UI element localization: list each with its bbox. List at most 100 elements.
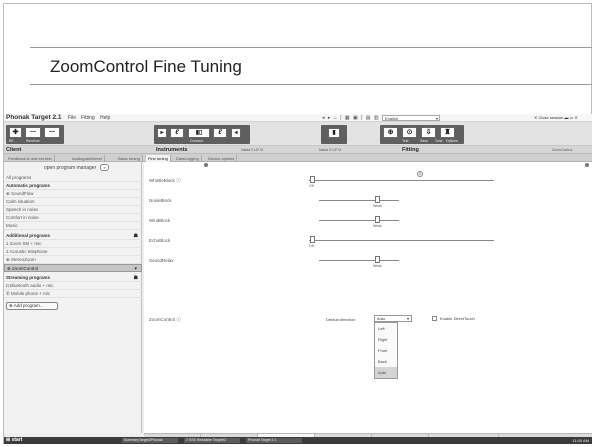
default-direction-label: Default direction: (326, 317, 357, 322)
client-section-title[interactable]: Client (6, 147, 21, 153)
sidebar-item-label: Acoustic telephone (9, 249, 48, 254)
sidebar-heading-streaming-programs: Streaming programs ☗ (4, 274, 142, 282)
sidebar-item-label: Calm situation (6, 199, 35, 204)
arrow-right-icon: ◂ (231, 128, 241, 138)
sidebar-item-calm-situation[interactable]: Calm situation (4, 198, 142, 206)
instrument-right-name: Naida S UP IX (319, 148, 342, 152)
right-ear-indicator-icon (585, 163, 589, 167)
test-icon: ⊙ (402, 127, 417, 138)
sidebar-item-acoustic-telephone[interactable]: 2 Acoustic telephone (4, 248, 142, 256)
whistleblock-label: WhistleBlock ⓘ (149, 178, 181, 183)
open-program-manager-link[interactable]: open program manager (44, 165, 96, 171)
windblock-slider-track (319, 220, 399, 221)
tab-datalogging[interactable]: DataLogging (174, 155, 202, 162)
soundrelax-value: Weak (373, 264, 382, 268)
slide-divider-bottom (30, 84, 592, 85)
sidebar-item-soundflow[interactable]: ⊕ SoundFlow (4, 190, 142, 198)
section-header-bar: Client Instruments Naida S UP IX Naida S… (4, 146, 592, 154)
sidebar-heading-additional-programs: Additional programs ☗ (4, 232, 142, 240)
enable-directtouch-label: Enable DirectTouch (440, 316, 475, 321)
direction-option-front[interactable]: Front (375, 345, 397, 356)
taskbar-item-sse[interactable]: 2 SSE Readable TargetIO (184, 438, 240, 443)
connect-label: Connect (190, 139, 204, 143)
instruments-section-title[interactable]: Instruments (156, 147, 187, 153)
close-session-button[interactable]: ✕ Close session ▬ ▭ ✕ (534, 115, 578, 120)
right-ear-icon: ℓ (213, 128, 227, 138)
sidebar-item-label: All programs (6, 175, 32, 180)
menu-file[interactable]: File (68, 115, 76, 121)
start-label: start (11, 437, 23, 443)
app-window: Phonak Target 2.1 File Fitting Help ◂ ▸ … (4, 114, 592, 443)
soundrelax-label: SoundRelax (149, 258, 174, 263)
sidebar-item-zoom-sm-mic[interactable]: 1 Zoom SM + mic (4, 240, 142, 248)
open-program-manager-button[interactable]: » (100, 164, 109, 171)
taskbar: ⊞ start SummaryTarget2Phonak 2 SSE Reada… (4, 437, 592, 444)
add-program-label: Add program... (13, 303, 44, 308)
menu-fitting[interactable]: Fitting (81, 115, 95, 121)
tools-panel[interactable]: ⊕ ⊙ ⇩ ♜ Test Save Tone Options (380, 125, 464, 144)
tab-basic-tuning[interactable]: Basic tuning (116, 155, 143, 162)
sidebar-item-label: Automatic programs (6, 183, 51, 188)
hearing-aid-icon: ☗ (133, 233, 138, 239)
slide-divider-top (30, 47, 592, 48)
echoblock-slider-thumb[interactable] (310, 236, 315, 243)
plus-icon: ⊕ (9, 303, 13, 308)
device-icon: ▮▯ (188, 128, 210, 138)
options-label: Options (446, 139, 459, 143)
remote-panel[interactable]: ▮ (321, 125, 347, 144)
start-button[interactable]: ⊞ start (6, 437, 22, 444)
sidebar-item-label: ZoomControl (12, 266, 39, 271)
windblock-slider-thumb[interactable] (375, 216, 380, 223)
sidebar-item-label: Streaming programs (6, 275, 51, 280)
sidebar-item-all-programs[interactable]: All programs (4, 174, 142, 182)
direction-option-back[interactable]: Back (375, 356, 397, 367)
fitting-section-title[interactable]: Fitting (402, 147, 419, 153)
title-bar: Phonak Target 2.1 File Fitting Help ◂ ▸ … (4, 114, 592, 122)
noiseblock-slider-thumb[interactable] (375, 196, 380, 203)
direction-option-right[interactable]: Right (375, 334, 397, 345)
enable-directtouch-checkbox[interactable] (432, 316, 437, 321)
echoblock-value: Off (309, 244, 314, 248)
sidebar-item-comfort-in-noise[interactable]: Comfort in noise (4, 214, 142, 222)
sidebar-item-label: StereoZoom (11, 257, 36, 262)
system-clock: 11:00 AM (572, 438, 589, 443)
sidebar-item-label: Mobile phone + mic (11, 291, 51, 296)
add-program-button[interactable]: ⊕ Add program... (6, 302, 58, 310)
menu-help[interactable]: Help (100, 115, 110, 121)
tab-device-options[interactable]: Device options (206, 155, 238, 162)
info-icon: ⓘ (176, 178, 181, 183)
tab-feedback-real-ear-test[interactable]: Feedback & real ear test (6, 155, 55, 162)
direction-option-left[interactable]: Left (375, 323, 397, 334)
language-select[interactable]: English ▾ (382, 115, 440, 121)
zoomcontrol-settings: Default direction: Auto ▾ Left Right Fro… (144, 308, 592, 388)
slide-title: ZoomControl Fine Tuning (50, 57, 242, 76)
sidebar-item-mobile-phone-mic[interactable]: ✆ Mobile phone + mic (4, 290, 142, 298)
default-direction-menu: Left Right Front Back Auto (374, 322, 398, 379)
tab-fine-tuning[interactable]: Fine tuning (146, 155, 171, 162)
direction-option-auto[interactable]: Auto (375, 367, 397, 378)
connect-panel[interactable]: ▸ ℓ ▮▯ ℓ ◂ Connect (154, 125, 250, 144)
sidebar-item-music[interactable]: Music (4, 222, 142, 230)
soundrelax-slider-thumb[interactable] (375, 256, 380, 263)
sidebar-item-label: Speech in noise (6, 207, 39, 212)
arrow-left-icon: ▸ (157, 128, 167, 138)
sidebar-item-speech-in-noise[interactable]: Speech in noise (4, 206, 142, 214)
sidebar-item-label: Music (6, 223, 18, 228)
taskbar-item-summary[interactable]: SummaryTarget2Phonak (122, 438, 178, 443)
hearing-aid-panel[interactable]: ✚ — — BE Receiver (6, 125, 64, 144)
sidebar-item-bluetooth-audio-mic[interactable]: ◘ Bluetooth audio + mic (4, 282, 142, 290)
options-icon: ♜ (440, 127, 455, 138)
default-direction-select[interactable]: Auto ▾ (374, 315, 412, 322)
left-ear-indicator-icon (204, 163, 208, 167)
whistleblock-slider-thumb[interactable] (310, 176, 315, 183)
taskbar-item-phonak-target[interactable]: Phonak Target 2.1 (246, 438, 302, 443)
sidebar-item-zoomcontrol[interactable]: ⊕ ZoomControl ▾ (4, 264, 142, 272)
sidebar-item-stereozoom[interactable]: ⊕ StereoZoom (4, 256, 142, 264)
echoblock-slider-track (309, 240, 494, 241)
titlebar-tool-icons[interactable]: ◂ ▸ ⌂ | ▦ ▣ | ▤ ▥ (322, 115, 380, 121)
chevron-down-icon: ▾ (435, 116, 438, 121)
zoomcontrol-breadcrumb: ZoomControl (552, 148, 573, 152)
tab-audiogramdirect[interactable]: AudiogramDirect (70, 155, 105, 162)
default-direction-value: Auto (377, 316, 386, 321)
main-toolbar: ✚ — — BE Receiver ▸ ℓ ▮▯ ℓ ◂ Connect ▮ ⊕… (4, 122, 592, 146)
